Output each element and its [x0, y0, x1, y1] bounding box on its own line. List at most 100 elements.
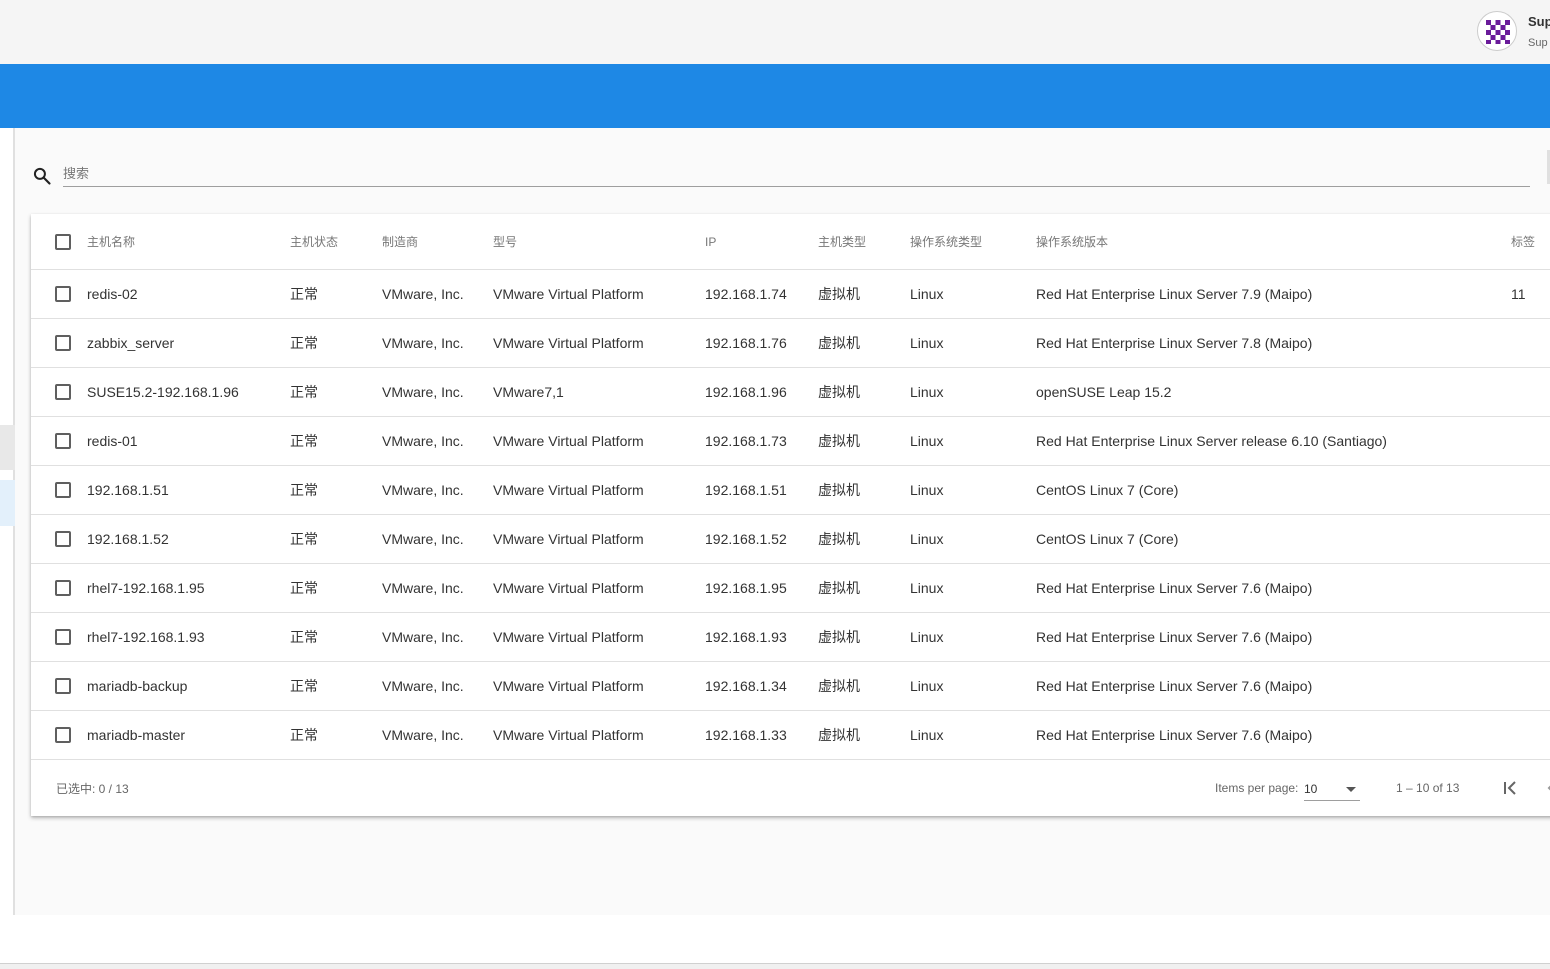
table-row[interactable]: 192.168.1.51 正常 VMware, Inc. VMware Virt… [31, 466, 1550, 515]
table-row[interactable]: 192.168.1.52 正常 VMware, Inc. VMware Virt… [31, 515, 1550, 564]
side-nav-item-active[interactable] [0, 480, 15, 526]
host-os-version: Red Hat Enterprise Linux Server 7.6 (Mai… [1036, 678, 1313, 694]
host-model: VMware7,1 [493, 384, 564, 400]
host-tag: 11 [1511, 286, 1526, 302]
host-os-version: Red Hat Enterprise Linux Server 7.8 (Mai… [1036, 335, 1313, 351]
host-model: VMware Virtual Platform [493, 433, 644, 449]
table-row[interactable]: zabbix_server 正常 VMware, Inc. VMware Vir… [31, 319, 1550, 368]
host-status: 正常 [290, 433, 318, 449]
table-footer: 已选中: 0 / 13 Items per page: 10 1 – 10 of… [31, 760, 1550, 816]
host-os-version: Red Hat Enterprise Linux Server 7.6 (Mai… [1036, 727, 1313, 743]
column-header-type[interactable]: 主机类型 [818, 214, 866, 269]
host-ip: 192.168.1.76 [705, 335, 787, 351]
row-checkbox[interactable] [55, 482, 71, 498]
host-status: 正常 [290, 531, 318, 547]
host-ip: 192.168.1.51 [705, 482, 787, 498]
row-checkbox[interactable] [55, 433, 71, 449]
host-model: VMware Virtual Platform [493, 580, 644, 596]
table-row[interactable]: mariadb-master 正常 VMware, Inc. VMware Vi… [31, 711, 1550, 760]
host-ip: 192.168.1.93 [705, 629, 787, 645]
table-row[interactable]: SUSE15.2-192.168.1.96 正常 VMware, Inc. VM… [31, 368, 1550, 417]
host-model: VMware Virtual Platform [493, 286, 644, 302]
column-header-os-version[interactable]: 操作系统版本 [1036, 214, 1108, 269]
hosts-table: 主机名称 主机状态 制造商 型号 IP 主机类型 操作系统类型 操作系统版本 标… [31, 214, 1550, 816]
table-row[interactable]: mariadb-backup 正常 VMware, Inc. VMware Vi… [31, 662, 1550, 711]
table-row[interactable]: redis-02 正常 VMware, Inc. VMware Virtual … [31, 270, 1550, 319]
search-input[interactable] [63, 160, 1530, 187]
host-os: Linux [910, 286, 944, 302]
column-header-model[interactable]: 型号 [493, 214, 517, 269]
table-row[interactable]: redis-01 正常 VMware, Inc. VMware Virtual … [31, 417, 1550, 466]
host-vendor: VMware, Inc. [382, 335, 464, 351]
host-name: rhel7-192.168.1.93 [87, 629, 205, 645]
host-name: mariadb-master [87, 727, 186, 743]
host-os: Linux [910, 384, 944, 400]
host-status: 正常 [290, 678, 318, 694]
host-os-version: openSUSE Leap 15.2 [1036, 384, 1172, 400]
row-checkbox[interactable] [55, 580, 71, 596]
host-model: VMware Virtual Platform [493, 727, 644, 743]
caret-down-icon [1346, 787, 1356, 792]
row-checkbox[interactable] [55, 678, 71, 694]
host-os: Linux [910, 629, 944, 645]
host-status: 正常 [290, 335, 318, 351]
row-checkbox[interactable] [55, 629, 71, 645]
host-vendor: VMware, Inc. [382, 482, 464, 498]
host-type: 虚拟机 [818, 482, 860, 498]
row-checkbox[interactable] [55, 727, 71, 743]
host-model: VMware Virtual Platform [493, 678, 644, 694]
column-header-vendor[interactable]: 制造商 [382, 214, 418, 269]
host-name: redis-01 [87, 433, 138, 449]
column-header-ip[interactable]: IP [705, 214, 716, 269]
host-ip: 192.168.1.52 [705, 531, 787, 547]
items-per-page-value: 10 [1304, 781, 1318, 796]
table-row[interactable]: rhel7-192.168.1.95 正常 VMware, Inc. VMwar… [31, 564, 1550, 613]
host-os: Linux [910, 580, 944, 596]
host-status: 正常 [290, 727, 318, 743]
search-icon [33, 167, 51, 185]
host-name: zabbix_server [87, 335, 175, 351]
host-os-version: Red Hat Enterprise Linux Server 7.9 (Mai… [1036, 286, 1313, 302]
host-status: 正常 [290, 384, 318, 400]
column-header-tag[interactable]: 标签 [1511, 214, 1535, 269]
host-name: redis-02 [87, 286, 138, 302]
host-type: 虚拟机 [818, 629, 860, 645]
user-avatar[interactable] [1477, 11, 1517, 51]
column-header-os[interactable]: 操作系统类型 [910, 214, 982, 269]
host-status: 正常 [290, 580, 318, 596]
chevron-left-icon[interactable] [1542, 778, 1550, 798]
column-header-status[interactable]: 主机状态 [290, 214, 338, 269]
items-per-page-select[interactable]: 10 [1304, 777, 1360, 801]
host-ip: 192.168.1.34 [705, 678, 787, 694]
table-row[interactable]: rhel7-192.168.1.93 正常 VMware, Inc. VMwar… [31, 613, 1550, 662]
host-name: 192.168.1.51 [87, 482, 169, 498]
select-all-checkbox[interactable] [55, 233, 71, 250]
host-vendor: VMware, Inc. [382, 580, 464, 596]
row-checkbox[interactable] [55, 531, 71, 547]
page-range: 1 – 10 of 13 [1396, 781, 1460, 795]
host-model: VMware Virtual Platform [493, 335, 644, 351]
host-vendor: VMware, Inc. [382, 629, 464, 645]
user-name: Sup [1528, 14, 1550, 29]
host-status: 正常 [290, 482, 318, 498]
row-checkbox[interactable] [55, 384, 71, 400]
host-model: VMware Virtual Platform [493, 482, 644, 498]
page-bottom-band [0, 915, 1550, 964]
row-checkbox[interactable] [55, 335, 71, 351]
host-type: 虚拟机 [818, 580, 860, 596]
row-checkbox[interactable] [55, 286, 71, 302]
host-status: 正常 [290, 286, 318, 302]
column-header-name[interactable]: 主机名称 [87, 214, 135, 269]
host-vendor: VMware, Inc. [382, 727, 464, 743]
host-name: rhel7-192.168.1.95 [87, 580, 205, 596]
host-type: 虚拟机 [818, 678, 860, 694]
host-vendor: VMware, Inc. [382, 286, 464, 302]
host-vendor: VMware, Inc. [382, 384, 464, 400]
host-name: mariadb-backup [87, 678, 188, 694]
host-os: Linux [910, 335, 944, 351]
host-os: Linux [910, 531, 944, 547]
first-page-icon[interactable] [1501, 778, 1521, 798]
side-nav-item[interactable] [0, 425, 15, 470]
host-os-version: Red Hat Enterprise Linux Server 7.6 (Mai… [1036, 580, 1313, 596]
host-os-version: CentOS Linux 7 (Core) [1036, 531, 1179, 547]
